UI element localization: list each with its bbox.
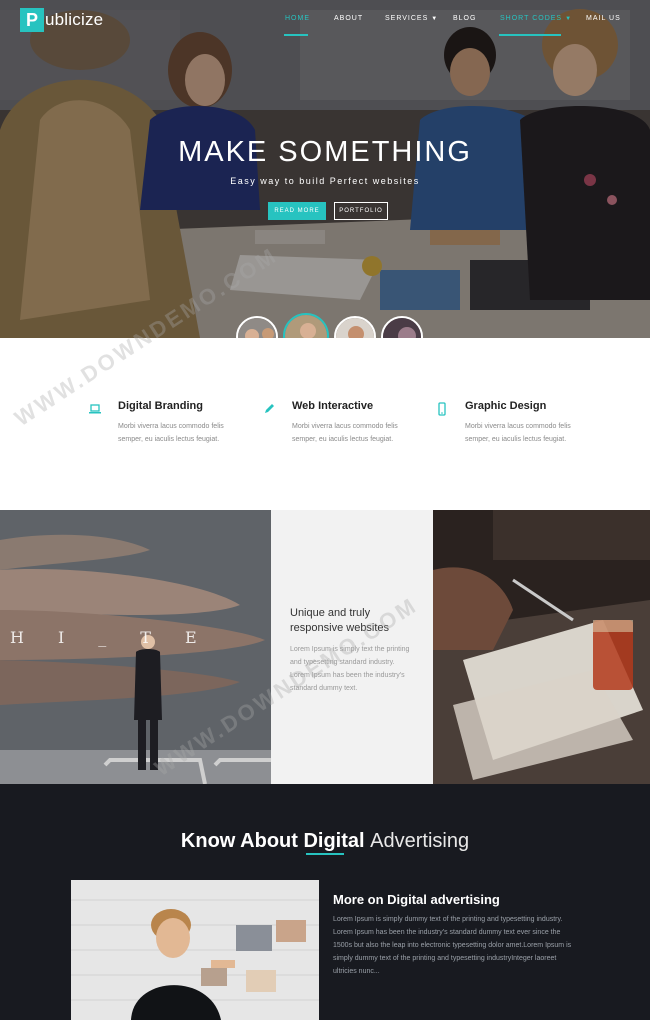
feature-title: Digital Branding — [118, 400, 203, 412]
feature-text: Morbi viverra lacus commodo felis semper… — [292, 423, 398, 443]
brand-logo[interactable]: P ublicize — [20, 8, 103, 32]
man-with-photos-image — [71, 880, 319, 1020]
features-section: Digital Branding Morbi viverra lacus com… — [0, 338, 650, 510]
showcase-image-left: HI_TE — [0, 510, 271, 784]
chevron-down-icon: ▼ — [431, 16, 439, 22]
pencil-icon — [265, 404, 274, 413]
writing-desk-photo — [433, 510, 650, 784]
showcase-title: Unique and truly responsive websites — [290, 607, 390, 634]
feature-text: Morbi viverra lacus commodo felis semper… — [465, 423, 571, 443]
feature-title: Graphic Design — [465, 400, 547, 412]
nav-blog[interactable]: BLOG — [453, 15, 476, 22]
hero-subtitle: Easy way to build Perfect websites — [230, 176, 420, 186]
about-title-light: Advertising — [370, 830, 470, 852]
laptop-icon — [89, 404, 101, 414]
about-title-bold: Know About Digital — [180, 830, 365, 852]
chevron-down-icon: ▼ — [565, 16, 573, 22]
nav-short-codes[interactable]: SHORT CODES ▼ — [500, 15, 572, 22]
nav-mail-us[interactable]: MAIL US — [586, 15, 621, 22]
showcase-row: HI_TE Unique and truly responsive websit… — [0, 510, 650, 784]
hero-title: MAKE SOMETHING — [178, 136, 472, 168]
nav-home-active-indicator — [284, 34, 308, 36]
read-more-button[interactable]: READ MORE — [268, 202, 326, 220]
hero-section: P ublicize HOME ABOUT SERVICES ▼ BLOG SHO… — [0, 0, 650, 338]
about-heading: More on Digital advertising — [333, 892, 500, 907]
portfolio-button[interactable]: PORTFOLIO — [334, 202, 388, 220]
about-image — [71, 880, 319, 1020]
hero-overlay — [0, 0, 650, 338]
feature-title: Web Interactive — [292, 400, 374, 412]
about-section-title: Know About Digital Advertising — [0, 830, 650, 853]
nav-short-codes-active-indicator — [499, 34, 561, 36]
about-section: Know About Digital Advertising More on D… — [0, 784, 650, 1020]
about-text: Lorem Ipsum is simply dummy text of the … — [333, 916, 572, 975]
feature-text: Morbi viverra lacus commodo felis semper… — [118, 423, 224, 443]
nav-services[interactable]: SERVICES ▼ — [385, 15, 438, 22]
title-underline — [306, 853, 344, 855]
nav-services-label: SERVICES — [385, 15, 429, 22]
nav-about[interactable]: ABOUT — [334, 15, 363, 22]
logo-mark: P — [20, 8, 44, 32]
showcase-text-panel: Unique and truly responsive websites Lor… — [271, 510, 433, 784]
hand-street-photo — [0, 510, 271, 784]
top-navbar: P ublicize HOME ABOUT SERVICES ▼ BLOG SHO… — [0, 0, 650, 40]
showcase-text: Lorem Ipsum is simply text the printing … — [290, 646, 410, 692]
hite-overlay-text: HI_TE — [10, 628, 231, 647]
nav-short-codes-label: SHORT CODES — [500, 15, 563, 22]
logo-wordmark: ublicize — [45, 10, 104, 29]
showcase-image-right — [433, 510, 650, 784]
nav-home[interactable]: HOME — [285, 15, 310, 22]
mobile-icon — [438, 402, 446, 416]
